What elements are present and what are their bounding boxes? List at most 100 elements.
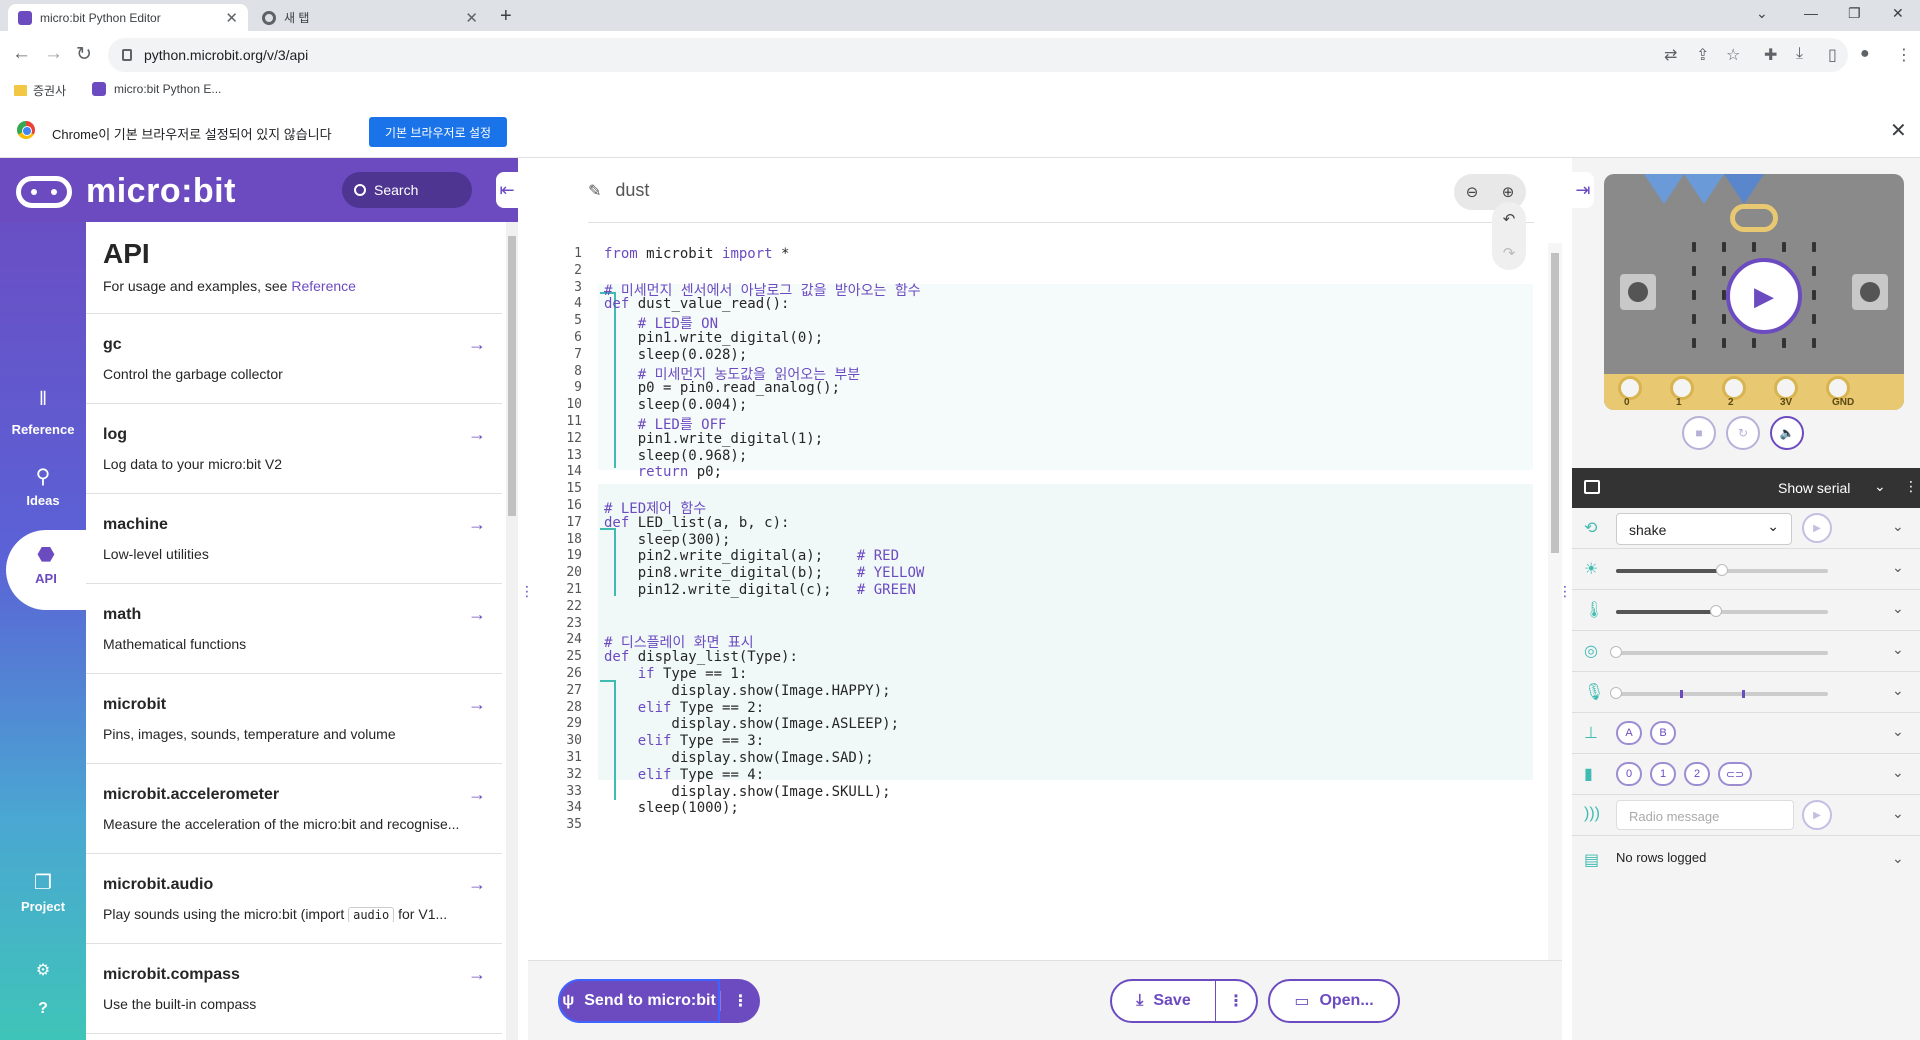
set-default-button[interactable]: 기본 브라우저로 설정 [369, 117, 508, 147]
arrow-right-icon[interactable]: → [468, 424, 486, 445]
api-item[interactable]: microbit.accelerometer Measure the accele… [86, 764, 502, 854]
code-area[interactable]: 1 from microbit import * 2 3 # 미세먼지 센서에서 아날로… [528, 238, 1562, 960]
scrollbar-thumb[interactable] [1551, 253, 1559, 553]
collapse-sidebar-icon[interactable]: ⇤ [496, 172, 518, 208]
sound-icon[interactable]: 🔈 [1770, 416, 1804, 450]
slider-knob[interactable] [1709, 605, 1722, 617]
arrow-right-icon[interactable]: → [468, 604, 486, 625]
radio-message-input[interactable]: Radio message [1616, 800, 1794, 830]
arrow-right-icon[interactable]: → [468, 334, 486, 355]
save-main[interactable]: ⤓ Save [1112, 981, 1216, 1021]
arrow-right-icon[interactable]: → [468, 514, 486, 535]
api-item[interactable]: gc Control the garbage collector → [86, 314, 502, 404]
arrow-right-icon[interactable]: → [468, 694, 486, 715]
chevron-down-icon[interactable]: ⌄ [1892, 559, 1904, 576]
back-icon[interactable]: ← [12, 43, 31, 65]
slider-knob[interactable] [1716, 564, 1728, 576]
open-button[interactable]: ▭ Open... [1268, 979, 1400, 1023]
slider-knob[interactable] [1610, 687, 1622, 699]
show-serial-label[interactable]: Show serial [1778, 480, 1850, 496]
chevron-down-icon[interactable]: ⌄ [1892, 641, 1904, 658]
filename-title[interactable]: ✎ dust [588, 180, 649, 201]
touch-logo-button[interactable]: ⊂⊃ [1718, 762, 1752, 786]
api-item[interactable]: microbit.audio Play sounds using the micr… [86, 854, 502, 944]
board-button-a[interactable] [1620, 274, 1656, 310]
more-options-icon[interactable]: ⋮ [1904, 478, 1918, 495]
play-simulator-button[interactable]: ▶ [1726, 258, 1802, 334]
gesture-select[interactable]: shake [1616, 513, 1792, 545]
chevron-down-icon[interactable]: ⌄ [1892, 682, 1904, 699]
api-item[interactable]: machine Low-level utilities → [86, 494, 502, 584]
help-icon[interactable]: ? [0, 1000, 86, 1018]
more-options-icon[interactable]: ⋮ [720, 991, 760, 1011]
chevron-down-icon[interactable]: ⌄ [1892, 764, 1904, 781]
arrow-right-icon[interactable]: → [468, 874, 486, 895]
api-item[interactable]: microbit Pins, images, sounds, temperatur… [86, 674, 502, 764]
menu-dots-icon[interactable]: ⋮ [1896, 45, 1912, 65]
api-scrollbar[interactable] [506, 222, 518, 1040]
search-button[interactable]: Search [342, 172, 472, 208]
touch-pin-1[interactable]: 1 [1650, 762, 1676, 786]
board-pin[interactable] [1670, 376, 1694, 400]
threshold-mark[interactable] [1680, 690, 1683, 698]
serial-bar[interactable]: Show serial ⌄ ⋮ [1572, 468, 1920, 508]
chevron-down-icon[interactable]: ⌄ [1892, 518, 1904, 535]
touch-logo-icon[interactable] [1730, 204, 1778, 232]
bookmark-folder[interactable]: 증권사 [14, 82, 66, 99]
restore-icon[interactable]: ❐ [1848, 5, 1861, 22]
restart-icon[interactable]: ↻ [1726, 416, 1760, 450]
address-bar[interactable]: python.microbit.org/v/3/api [108, 38, 1848, 72]
editor-scrollbar[interactable] [1548, 243, 1562, 960]
api-item[interactable]: math Mathematical functions → [86, 584, 502, 674]
tab-search-icon[interactable]: ⌄ [1756, 5, 1768, 22]
new-tab-icon[interactable]: + [500, 5, 512, 28]
touch-pin-2[interactable]: 2 [1684, 762, 1710, 786]
sound-level-slider[interactable] [1610, 687, 1828, 699]
tab-microbit-editor[interactable]: micro:bit Python Editor ✕ [8, 4, 248, 31]
extensions-icon[interactable]: ✚ [1764, 45, 1777, 65]
zoom-in-icon[interactable]: ⊕ [1502, 183, 1515, 201]
slider-knob[interactable] [1610, 646, 1622, 658]
share-icon[interactable]: ⇪ [1696, 45, 1709, 65]
profile-avatar-icon[interactable]: ● [1860, 45, 1870, 63]
arrow-right-icon[interactable]: → [468, 964, 486, 985]
chevron-down-icon[interactable]: ⌄ [1892, 805, 1904, 822]
download-icon[interactable]: ⤓ [1796, 45, 1803, 63]
temperature-slider[interactable] [1616, 605, 1828, 617]
board-button-b[interactable] [1852, 274, 1888, 310]
send-main[interactable]: ψ Send to micro:bit [558, 979, 720, 1023]
drag-handle-icon[interactable]: ⋮ [1558, 584, 1572, 598]
touch-pin-0[interactable]: 0 [1616, 762, 1642, 786]
undo-icon[interactable]: ↶ [1503, 210, 1516, 228]
send-radio-button[interactable]: ▶ [1802, 800, 1832, 830]
api-item[interactable]: microbit.compass Use the built-in compass… [86, 944, 502, 1034]
api-item[interactable]: log Log data to your micro:bit V2 → [86, 404, 502, 494]
sidebar-item-api[interactable]: ⬣ API [6, 530, 86, 610]
light-slider[interactable] [1616, 564, 1828, 576]
sidebar-item-project[interactable]: ❐ Project [0, 870, 86, 914]
chevron-down-icon[interactable]: ⌄ [1874, 478, 1886, 495]
send-to-microbit-button[interactable]: ψ Send to micro:bit ⋮ [558, 979, 760, 1023]
chevron-down-icon[interactable]: ⌄ [1892, 600, 1904, 617]
stop-icon[interactable]: ■ [1682, 416, 1716, 450]
tab-new-tab[interactable]: 새 탭 ✕ [252, 4, 488, 31]
scrollbar-thumb[interactable] [508, 236, 516, 516]
close-icon[interactable]: ✕ [465, 9, 478, 27]
compass-slider[interactable] [1610, 646, 1828, 658]
save-button[interactable]: ⤓ Save ⋮ [1110, 979, 1258, 1023]
settings-gear-icon[interactable]: ⚙ [0, 960, 86, 980]
sidebar-item-reference[interactable]: 𝍪 Reference [0, 384, 86, 437]
side-panel-icon[interactable]: ▯ [1828, 45, 1837, 65]
chevron-down-icon[interactable]: ⌄ [1892, 850, 1904, 867]
more-options-icon[interactable]: ⋮ [1216, 991, 1256, 1011]
window-close-icon[interactable]: ✕ [1892, 5, 1904, 22]
bookmark-star-icon[interactable]: ☆ [1726, 45, 1740, 65]
board-pin[interactable] [1722, 376, 1746, 400]
button-b[interactable]: B [1650, 721, 1676, 745]
bookmark-microbit[interactable]: micro:bit Python E... [92, 82, 221, 96]
minimize-icon[interactable]: — [1804, 5, 1818, 21]
close-icon[interactable]: ✕ [1890, 118, 1907, 143]
translate-icon[interactable]: ⇄ [1664, 45, 1677, 65]
arrow-right-icon[interactable]: → [468, 784, 486, 805]
redo-icon[interactable]: ↷ [1503, 244, 1516, 262]
